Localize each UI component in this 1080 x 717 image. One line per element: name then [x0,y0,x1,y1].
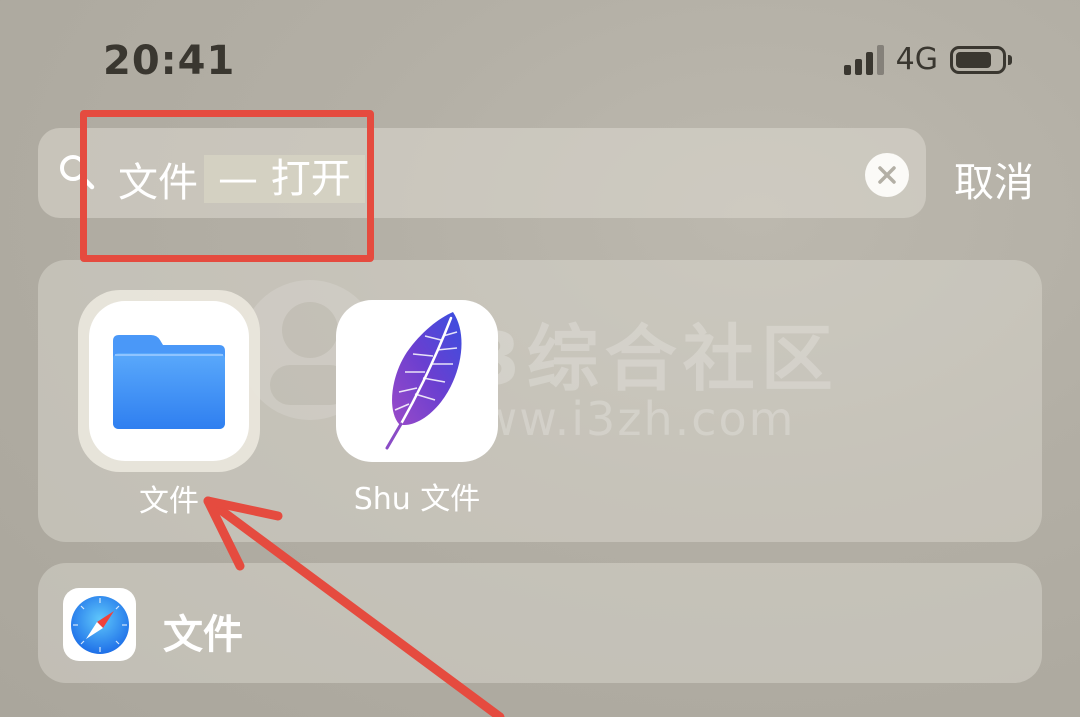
battery-cap [1008,54,1012,65]
clear-search-button[interactable] [865,153,909,197]
shu-app-tile [336,300,498,462]
shu-feather-icon [385,312,462,450]
web-result-label: 文件 [163,612,243,658]
status-time: 20:41 [103,38,236,84]
app-files-highlight [78,290,260,472]
annotation-highlight-box [80,110,374,262]
safari-app-tile [63,588,136,661]
app-shu-label: Shu 文件 [353,482,481,517]
clear-icon [878,166,896,184]
files-folder-icon [113,335,225,429]
app-files-label: 文件 [139,484,199,519]
app-files[interactable]: 文件 [78,290,260,519]
watermark-text: i3综合社区 [440,317,839,401]
network-type: 4G [895,42,938,77]
cellular-signal-icon [843,44,884,75]
app-shu[interactable]: Shu 文件 [336,300,498,517]
battery-fill [956,51,992,68]
cancel-button[interactable]: 取消 [954,150,1034,208]
files-app-tile [89,301,249,461]
safari-compass-icon [70,595,129,654]
status-icons: 4G [843,42,1012,77]
ios-search-screen: 20:41 4G 文件 — 打开 取消 i3综合社区 www.i3zh.com … [0,0,1080,717]
battery-icon [950,45,1006,74]
